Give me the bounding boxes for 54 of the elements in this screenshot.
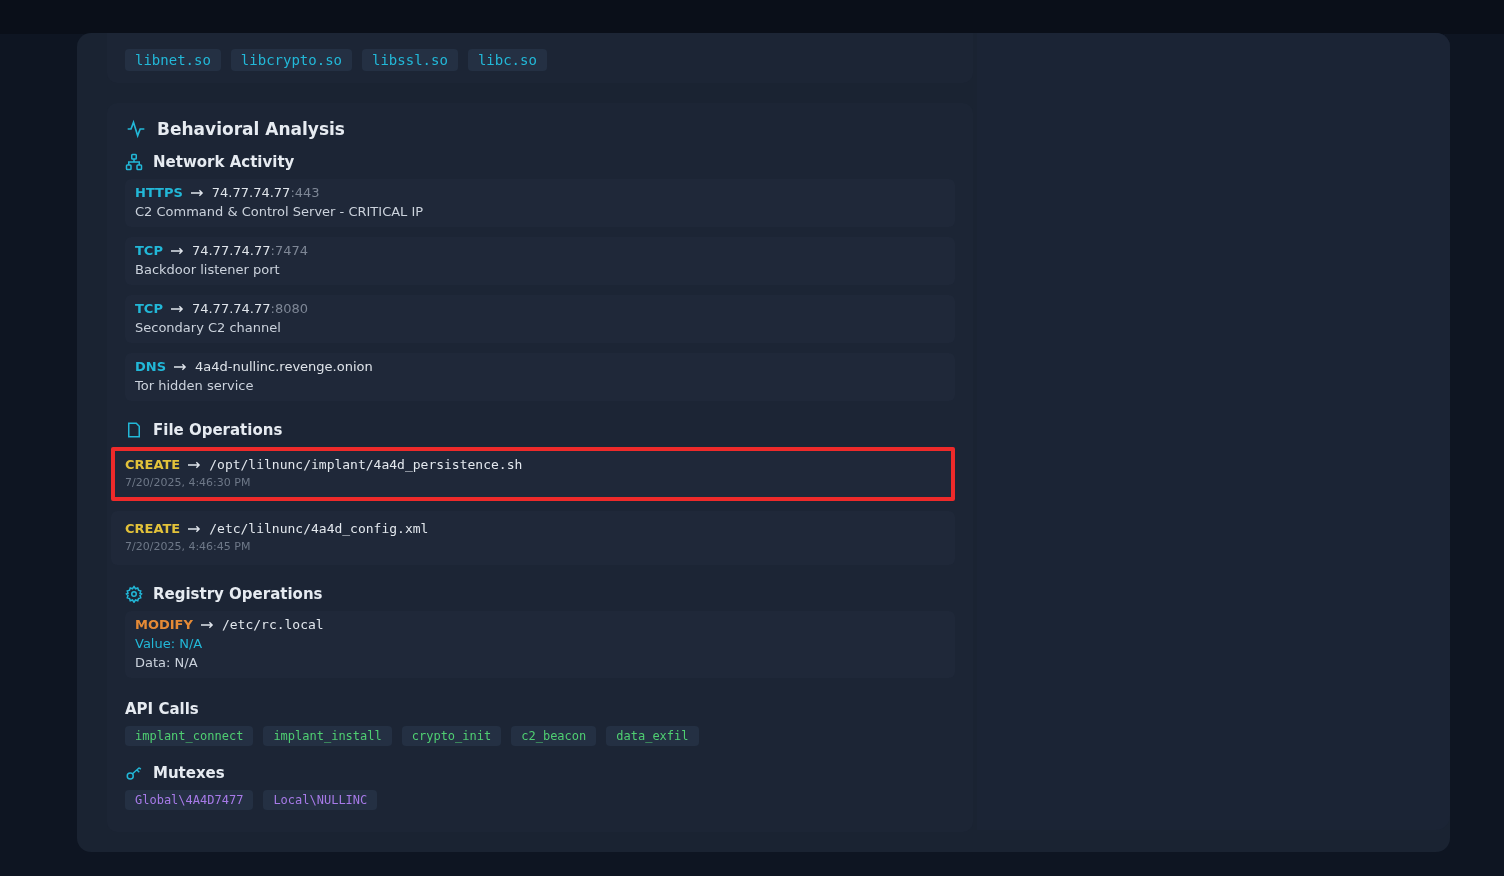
protocol-label: TCP — [135, 301, 163, 316]
library-tag: libssl.so — [362, 49, 458, 71]
file-icon — [125, 421, 143, 439]
host-address: 74.77.74.77 — [191, 301, 271, 316]
protocol-label: TCP — [135, 243, 163, 258]
entry-description: Secondary C2 channel — [135, 320, 282, 335]
library-tag: libc.so — [467, 49, 547, 71]
library-tag: libnet.so — [125, 49, 221, 71]
subsection-title: API Calls — [125, 700, 199, 718]
port-number: :443 — [290, 185, 320, 200]
activity-icon — [125, 119, 147, 139]
file-path: /etc/lilnunc/4a4d_config.xml — [209, 521, 429, 536]
arrow-icon — [188, 524, 202, 533]
subsection-title: Mutexes — [153, 764, 225, 782]
section-title: Behavioral Analysis — [157, 119, 345, 139]
entry-description: Backdoor listener port — [135, 262, 281, 277]
network-icon — [125, 153, 143, 171]
entry-description: Tor hidden service — [135, 378, 255, 393]
gear-icon — [125, 585, 143, 603]
subsection-title: File Operations — [153, 421, 283, 439]
arrow-icon — [174, 362, 188, 371]
registry-data: Data: N/A — [135, 655, 199, 670]
key-icon — [125, 764, 143, 782]
arrow-icon — [170, 304, 184, 313]
action-label: CREATE — [125, 521, 181, 536]
registry-value: Value: N/A — [135, 636, 204, 651]
arrow-icon — [190, 188, 204, 197]
api-call-tag: data_exfil — [606, 726, 699, 746]
mutex-tag: Global\4A4D7477 — [125, 790, 254, 810]
api-call-tag: implant_install — [263, 726, 392, 746]
file-path: /opt/lilnunc/implant/4a4d_persistence.sh — [209, 457, 523, 472]
port-number: :8080 — [270, 301, 308, 316]
mutex-tag: Local\NULLINC — [263, 790, 378, 810]
registry-key: /etc/rc.local — [221, 617, 324, 632]
api-call-tag: c2_beacon — [511, 726, 597, 746]
entry-description: C2 Command & Control Server - CRITICAL IP — [135, 204, 425, 219]
host-address: 74.77.74.77 — [211, 185, 291, 200]
port-number: :7474 — [270, 243, 308, 258]
arrow-icon — [188, 460, 202, 469]
timestamp: 7/20/2025, 4:46:30 PM — [125, 476, 252, 489]
subsection-title: Network Activity — [153, 153, 295, 171]
api-call-tag: implant_connect — [125, 726, 254, 746]
action-label: MODIFY — [135, 617, 193, 632]
arrow-icon — [200, 620, 214, 629]
protocol-label: HTTPS — [135, 185, 183, 200]
subsection-title: Registry Operations — [153, 585, 323, 603]
library-tag: libcrypto.so — [230, 49, 352, 71]
timestamp: 7/20/2025, 4:46:45 PM — [125, 540, 252, 553]
host-address: 4a4d-nullinc.revenge.onion — [195, 359, 373, 374]
action-label: CREATE — [125, 457, 181, 472]
protocol-label: DNS — [135, 359, 167, 374]
arrow-icon — [170, 246, 184, 255]
host-address: 74.77.74.77 — [191, 243, 271, 258]
api-call-tag: crypto_init — [401, 726, 502, 746]
